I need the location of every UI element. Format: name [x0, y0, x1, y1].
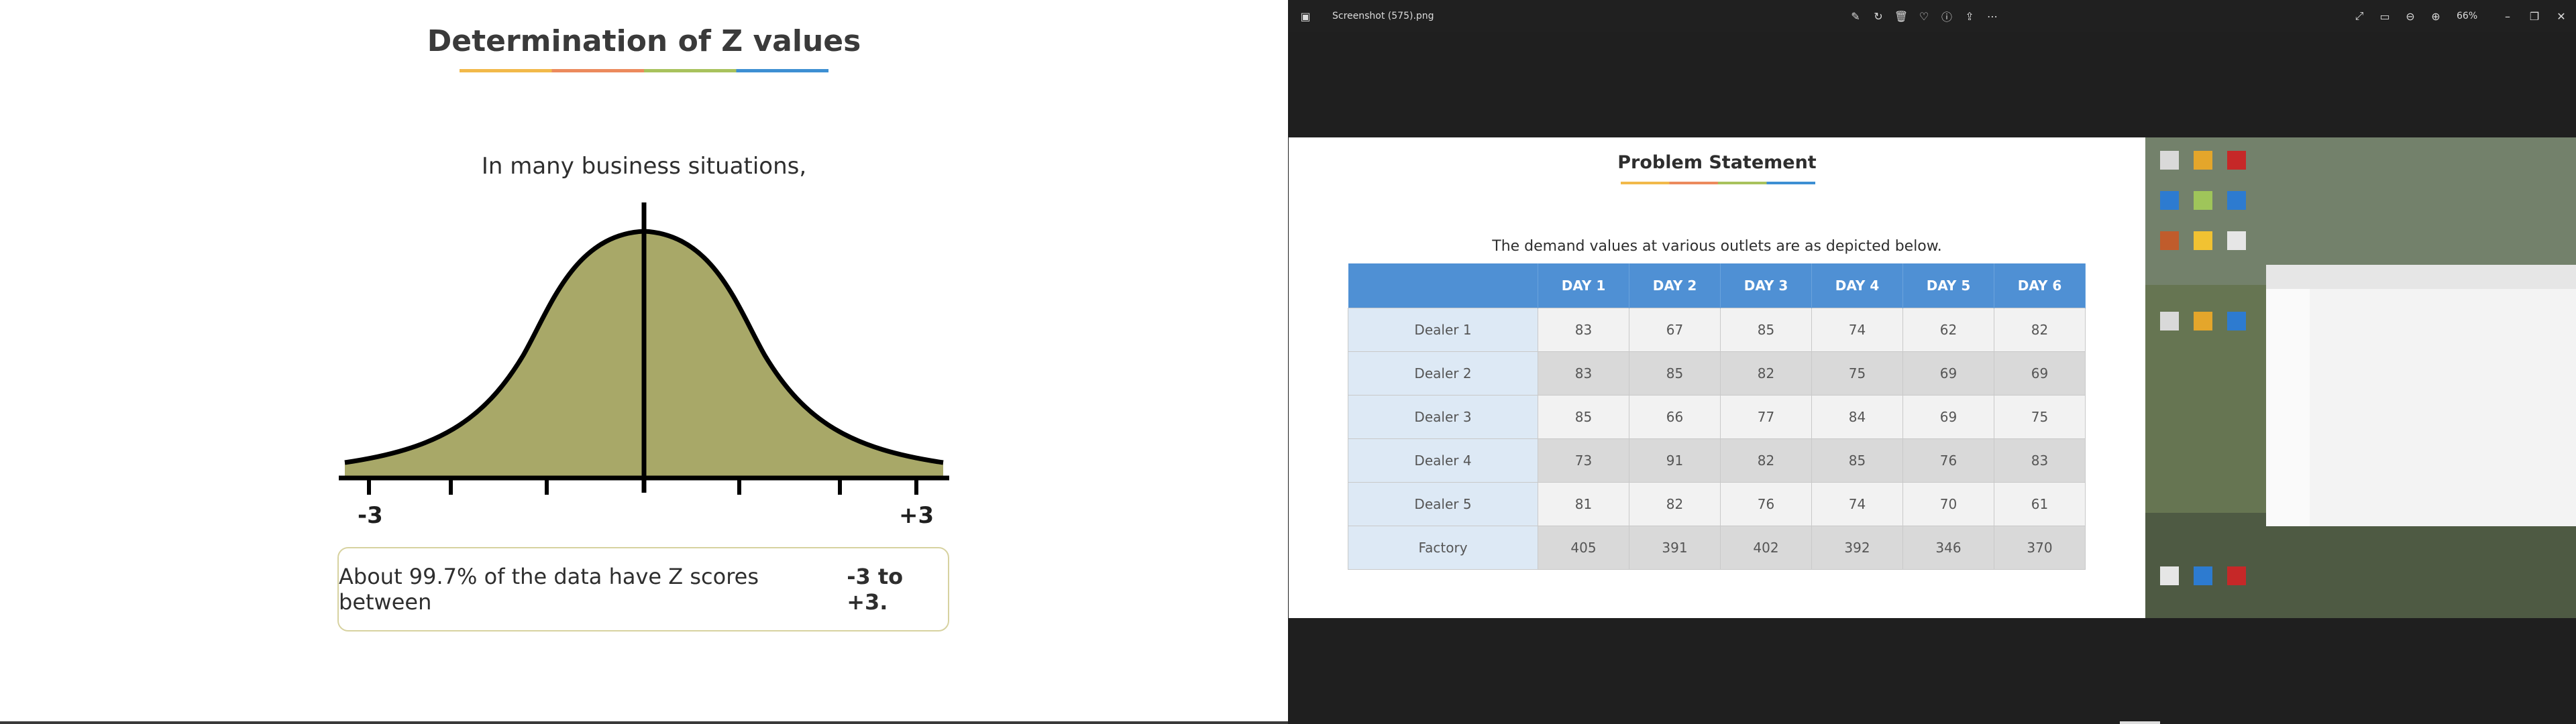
row-label: Dealer 4	[1348, 438, 1538, 483]
table-row: Dealer 3 85 66 77 84 69 75	[1348, 395, 2086, 439]
table-cell: 370	[1994, 526, 2086, 570]
table-row: Factory 405 391 402 392 346 370	[1348, 526, 2086, 570]
table-cell: 391	[1629, 526, 1721, 570]
table-cell: 91	[1629, 438, 1721, 483]
table-cell: 76	[1720, 482, 1812, 526]
table-cell: 66	[1629, 395, 1721, 439]
problem-title: Problem Statement	[1617, 152, 1817, 173]
row-label: Dealer 2	[1348, 351, 1538, 396]
table-cell: 82	[1629, 482, 1721, 526]
demand-table-wrap: DAY 1 DAY 2 DAY 3 DAY 4 DAY 5 DAY 6 Deal…	[1348, 263, 2086, 570]
table-cell: 74	[1811, 308, 1903, 352]
table-cell: 85	[1538, 395, 1629, 439]
scroll-indicator[interactable]	[2120, 721, 2160, 724]
table-row: Dealer 4 73 91 82 85 76 83	[1348, 438, 2086, 483]
table-cell: 82	[1720, 351, 1812, 396]
close-icon[interactable]: ✕	[2549, 0, 2573, 32]
table-cell: 69	[1902, 351, 1994, 396]
delete-icon[interactable]: 🗑	[1890, 0, 1912, 32]
table-cell: 62	[1902, 308, 1994, 352]
table-cell: 70	[1902, 482, 1994, 526]
table-cell: 392	[1811, 526, 1903, 570]
share-icon[interactable]: ⇪	[1959, 0, 1980, 32]
photos-app-icon: ▣	[1300, 9, 1311, 23]
table-cell: 74	[1811, 482, 1903, 526]
table-cell: 73	[1538, 438, 1629, 483]
table-cell: 82	[1994, 308, 2086, 352]
table-cell: 84	[1811, 395, 1903, 439]
left-slide: Determination of Z values In many busine…	[0, 0, 1288, 724]
table-cell: 77	[1720, 395, 1812, 439]
minimize-icon[interactable]: –	[2496, 0, 2520, 32]
rotate-icon[interactable]: ↻	[1868, 0, 1889, 32]
header-cell: DAY 2	[1629, 263, 1721, 308]
row-label: Factory	[1348, 526, 1538, 570]
zoom-out-icon[interactable]: ⊖	[2399, 0, 2422, 32]
slide-title: Determination of Z values	[427, 24, 861, 58]
demand-table: DAY 1 DAY 2 DAY 3 DAY 4 DAY 5 DAY 6 Deal…	[1348, 263, 2086, 570]
title-underline	[460, 69, 828, 72]
desktop-backdrop	[2145, 137, 2576, 618]
restore-icon[interactable]: ❐	[2522, 0, 2546, 32]
row-label: Dealer 1	[1348, 308, 1538, 352]
table-cell: 81	[1538, 482, 1629, 526]
favorite-icon[interactable]: ♡	[1913, 0, 1935, 32]
table-row: Dealer 2 83 85 82 75 69 69	[1348, 351, 2086, 396]
slide-intro: In many business situations,	[481, 153, 807, 180]
table-cell: 85	[1629, 351, 1721, 396]
table-cell: 69	[1902, 395, 1994, 439]
displayed-image: Problem Statement The demand values at v…	[1289, 137, 2576, 618]
file-explorer-window	[2266, 265, 2576, 526]
header-cell: DAY 4	[1811, 263, 1903, 308]
problem-title-underline	[1621, 182, 1815, 184]
axis-label-right: +3	[899, 502, 934, 529]
callout-range: -3 to +3.	[847, 564, 904, 615]
viewer-titlebar: ▣ Screenshot (575).png ✎ ↻ 🗑 ♡ ⓘ ⇪ ⋯ ⤢ ▭…	[1288, 0, 2576, 32]
table-cell: 67	[1629, 308, 1721, 352]
header-cell: DAY 6	[1994, 263, 2086, 308]
table-cell: 346	[1902, 526, 1994, 570]
edit-icon[interactable]: ✎	[1845, 0, 1866, 32]
table-row: Dealer 5 81 82 76 74 70 61	[1348, 482, 2086, 526]
table-cell: 83	[1538, 351, 1629, 396]
more-icon[interactable]: ⋯	[1982, 0, 2003, 32]
table-cell: 61	[1994, 482, 2086, 526]
header-cell: DAY 1	[1538, 263, 1629, 308]
table-cell: 405	[1538, 526, 1629, 570]
table-cell: 69	[1994, 351, 2086, 396]
z-score-callout: About 99.7% of the data have Z scores be…	[337, 547, 949, 631]
table-cell: 75	[1994, 395, 2086, 439]
header-corner	[1348, 263, 1538, 308]
file-name: Screenshot (575).png	[1332, 11, 1434, 21]
table-cell: 402	[1720, 526, 1812, 570]
zoom-level[interactable]: 66%	[2457, 0, 2477, 32]
slide-bottom-border	[0, 721, 1288, 724]
zoom-in-icon[interactable]: ⊕	[2424, 0, 2447, 32]
row-label: Dealer 3	[1348, 395, 1538, 439]
table-header-row: DAY 1 DAY 2 DAY 3 DAY 4 DAY 5 DAY 6	[1348, 263, 2086, 308]
bell-curve: -3 +3	[339, 202, 949, 529]
axis-label-left: -3	[358, 502, 383, 529]
info-icon[interactable]: ⓘ	[1936, 0, 1957, 32]
table-cell: 83	[1538, 308, 1629, 352]
header-cell: DAY 3	[1720, 263, 1812, 308]
table-cell: 83	[1994, 438, 2086, 483]
table-cell: 76	[1902, 438, 1994, 483]
table-cell: 85	[1811, 438, 1903, 483]
table-cell: 85	[1720, 308, 1812, 352]
row-label: Dealer 5	[1348, 482, 1538, 526]
header-cell: DAY 5	[1902, 263, 1994, 308]
callout-text: About 99.7% of the data have Z scores be…	[339, 564, 759, 615]
table-cell: 82	[1720, 438, 1812, 483]
table-cell: 75	[1811, 351, 1903, 396]
slideshow-icon[interactable]: ▭	[2373, 0, 2396, 32]
desktop-region	[2145, 137, 2576, 618]
fullscreen-icon[interactable]: ⤢	[2348, 0, 2371, 32]
table-row: Dealer 1 83 67 85 74 62 82	[1348, 308, 2086, 352]
problem-intro: The demand values at various outlets are…	[1492, 238, 1942, 255]
